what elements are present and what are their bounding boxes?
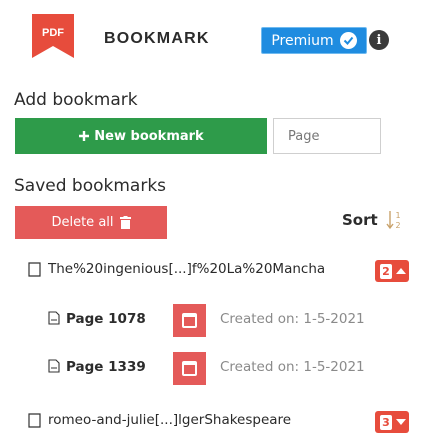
delete-bookmark-button[interactable] (173, 304, 206, 337)
delete-all-label: Delete all (51, 215, 114, 230)
delete-icon (182, 313, 197, 328)
file-icon (28, 262, 41, 277)
created-date: Created on: 1-5-2021 (220, 359, 365, 375)
bookmark-count: 2 (380, 263, 392, 279)
svg-text:PDF: PDF (42, 27, 64, 39)
add-bookmark-title: Add bookmark (14, 90, 138, 110)
premium-label: Premium (271, 32, 334, 49)
brand-name: BOOKMARK (104, 30, 210, 47)
new-bookmark-label: New bookmark (94, 128, 204, 144)
info-icon[interactable]: i (369, 30, 389, 50)
sort-numeric-icon[interactable]: 1 2 (386, 209, 404, 231)
file-name[interactable]: romeo-and-julie[...]lgerShakespeare (48, 412, 291, 428)
delete-bookmark-button[interactable] (173, 352, 206, 385)
premium-button[interactable]: Premium (261, 27, 367, 54)
plus-icon (79, 131, 90, 141)
expand-badge[interactable]: 2 (375, 260, 409, 282)
file-icon (28, 413, 41, 428)
sort-label[interactable]: Sort (342, 211, 378, 229)
bookmark-count: 3 (380, 414, 392, 430)
saved-bookmarks-title: Saved bookmarks (14, 176, 167, 196)
expand-badge[interactable]: 3 (375, 411, 409, 433)
bookmark-label[interactable]: Page 1339 (66, 359, 146, 375)
svg-text:1: 1 (395, 211, 400, 220)
delete-icon (182, 361, 197, 376)
trash-icon (119, 216, 131, 229)
delete-all-button[interactable]: Delete all (15, 206, 167, 239)
file-name[interactable]: The%20ingenious[...]f%20La%20Mancha (48, 261, 325, 277)
caret-down-icon (396, 419, 406, 425)
page-input[interactable]: Page (273, 118, 381, 154)
created-date: Created on: 1-5-2021 (220, 311, 365, 327)
bookmark-label[interactable]: Page 1078 (66, 311, 146, 327)
caret-up-icon (396, 268, 406, 274)
pdf-bookmark-logo-icon: PDF (32, 14, 74, 58)
new-bookmark-button[interactable]: New bookmark (15, 118, 267, 154)
bookmark-file-icon (48, 311, 60, 325)
check-circle-icon (339, 32, 357, 49)
bookmark-file-icon (48, 359, 60, 373)
svg-text:2: 2 (395, 221, 400, 230)
